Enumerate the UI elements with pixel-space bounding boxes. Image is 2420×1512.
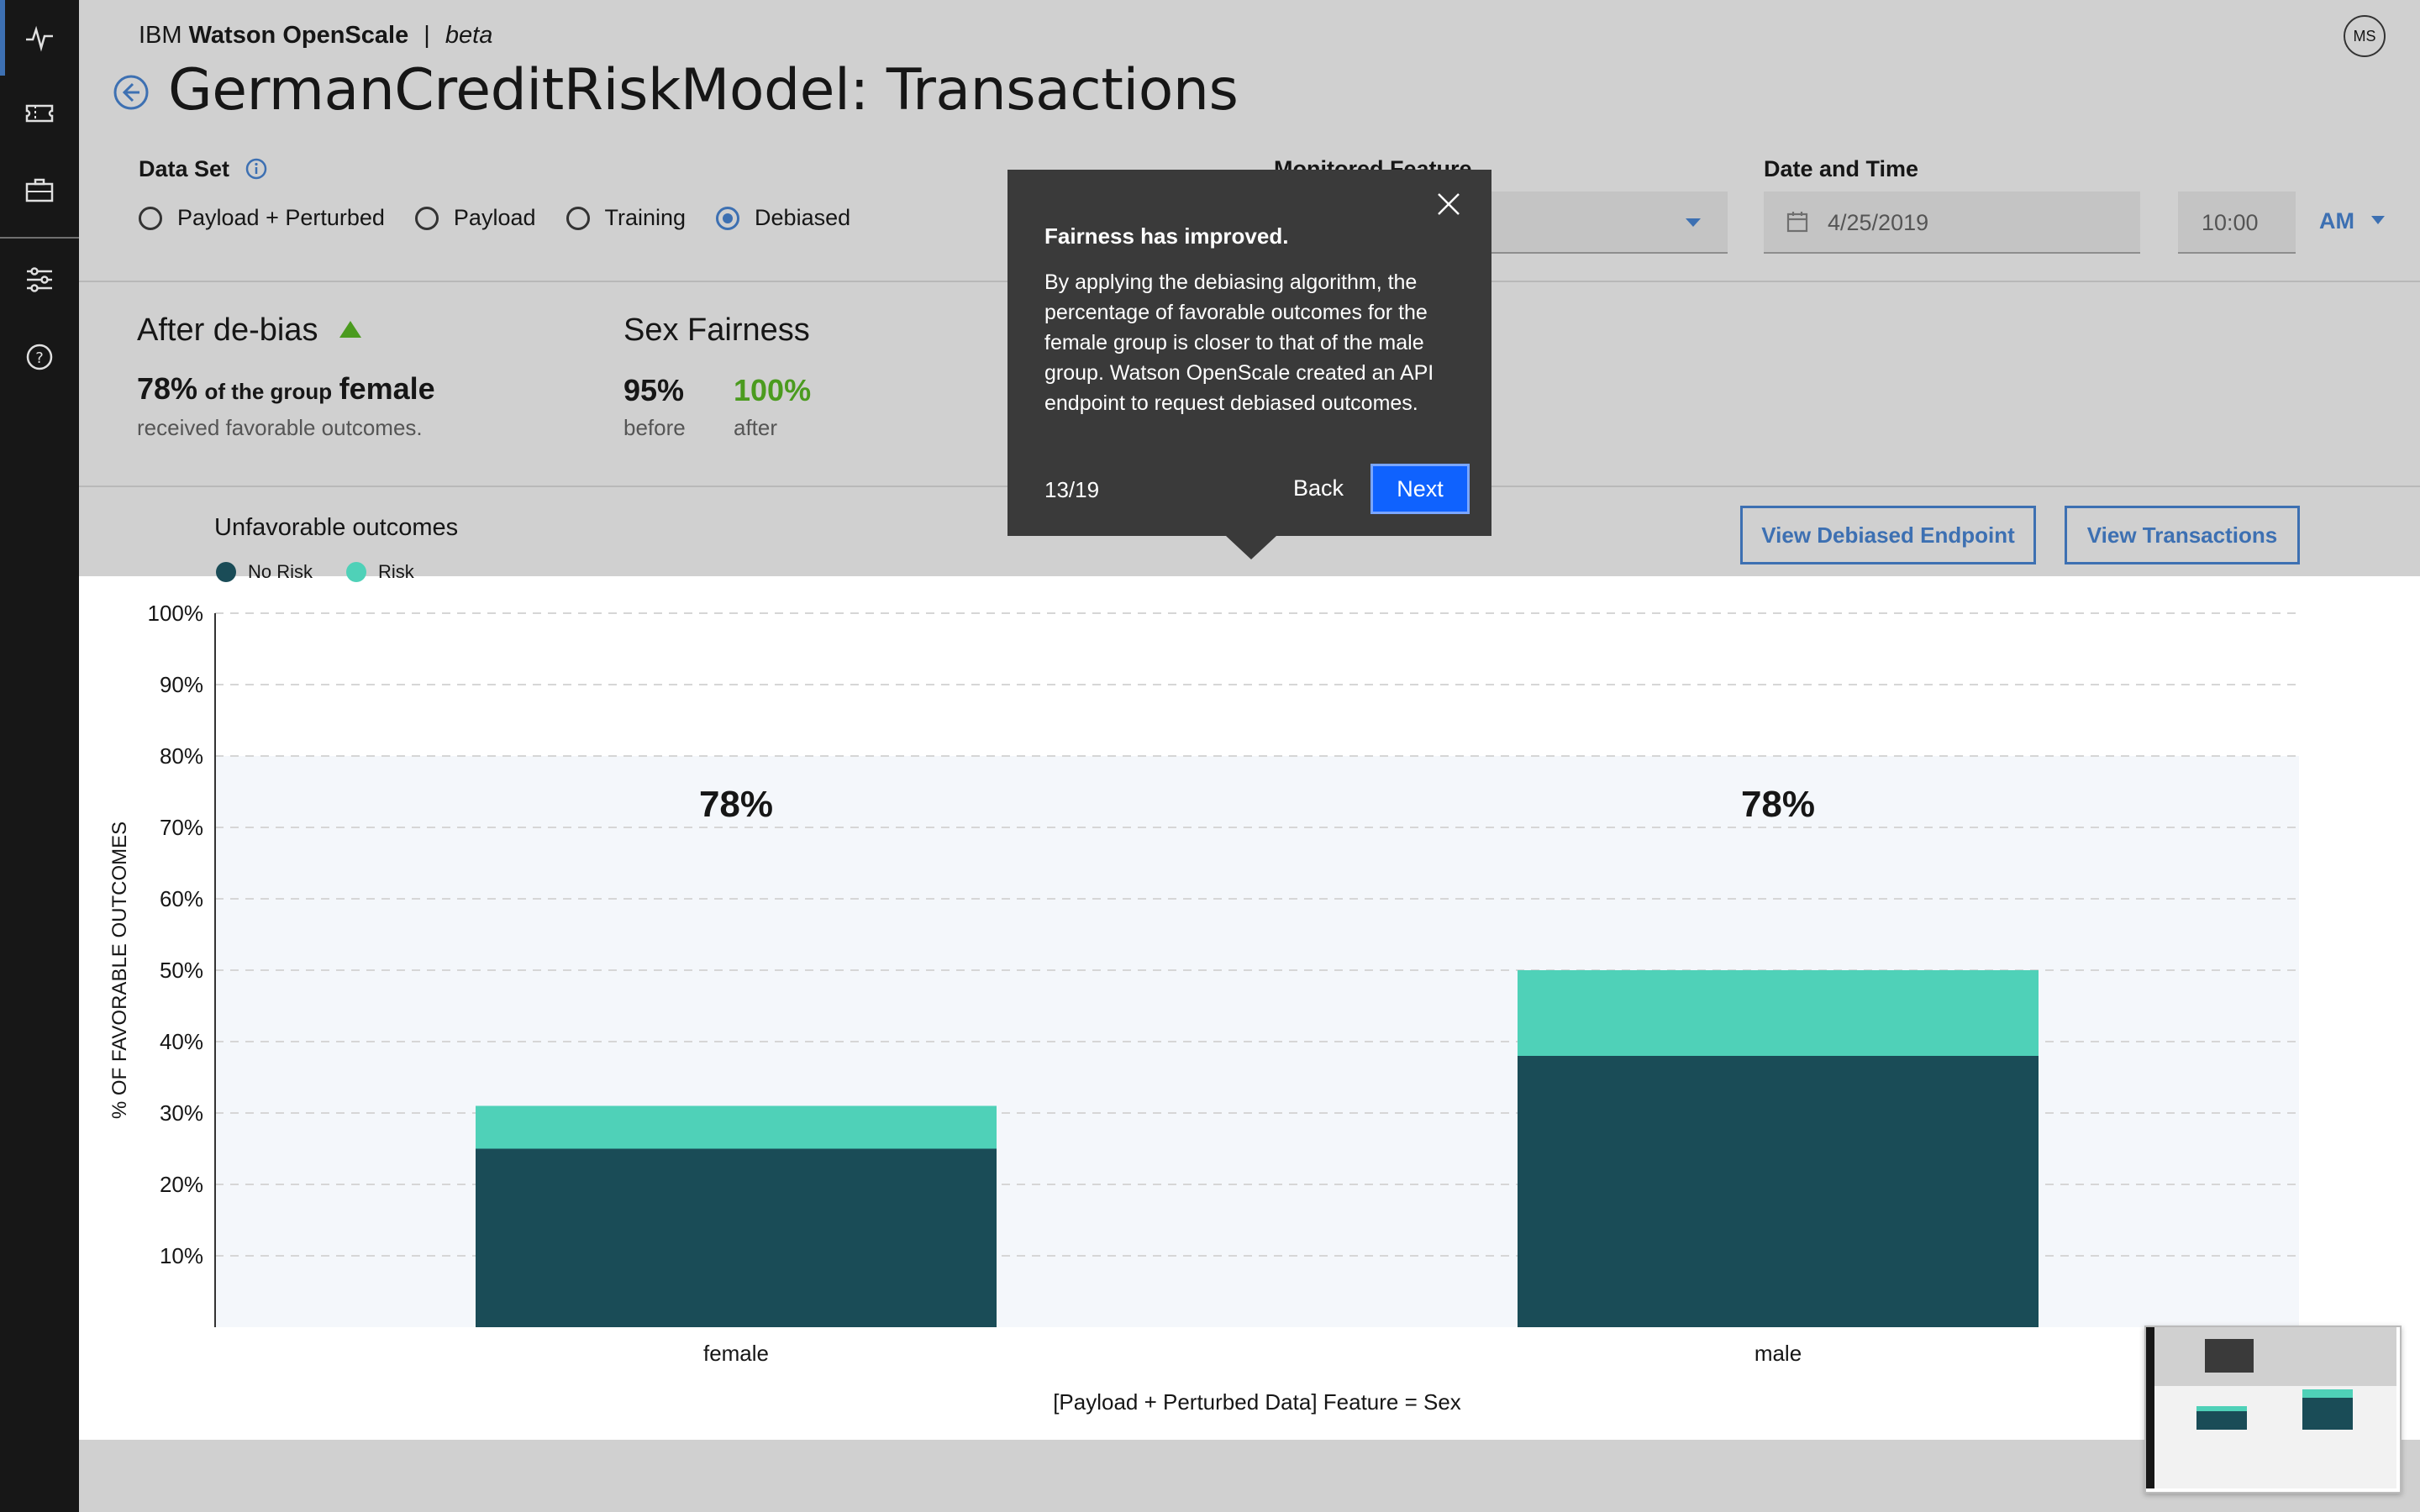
radio-circle-checked[interactable] (716, 206, 740, 230)
chevron-down-icon (1686, 218, 1701, 227)
fairness-before-label: before (623, 415, 686, 440)
radio-circle[interactable] (139, 206, 162, 230)
activity-icon[interactable] (0, 0, 79, 76)
radio-circle[interactable] (566, 206, 590, 230)
fairness-heading: Sex Fairness (623, 312, 810, 348)
time-input[interactable]: 10:00 (2178, 192, 2296, 254)
tour-step-counter: 13/19 (1044, 477, 1100, 502)
fairness-after-value: 100% (734, 373, 812, 407)
dataset-label: Data Set (139, 156, 268, 182)
brand-prefix: IBM (139, 22, 189, 49)
received-text: received favorable outcomes. (137, 415, 423, 440)
radio-payload[interactable]: Payload (414, 205, 536, 231)
time-value: 10:00 (2202, 210, 2259, 235)
fairness-after-label: after (734, 415, 778, 440)
after-debias-text: After de-bias (137, 312, 318, 348)
briefcase-icon[interactable] (0, 153, 79, 228)
info-icon[interactable] (245, 157, 268, 181)
legend-title: Unfavorable outcomes (214, 514, 459, 541)
after-debias-heading: After de-bias (137, 312, 362, 349)
radio-training[interactable]: Training (566, 205, 687, 231)
radio-label: Debiased (755, 205, 851, 230)
favorable-pct: 78% (137, 371, 198, 406)
ampm-value: AM (2319, 208, 2354, 234)
radio-circle[interactable] (414, 206, 439, 230)
chart-card (79, 576, 2420, 1440)
nav-divider (0, 237, 79, 239)
legend-risk: Risk (346, 561, 414, 583)
tooltip-title: Fairness has improved. (1044, 223, 1289, 249)
ticket-icon[interactable] (0, 76, 79, 151)
dataset-radio-group: Payload + Perturbed Payload Training Deb… (139, 205, 881, 231)
view-transactions-button[interactable]: View Transactions (2065, 506, 2300, 564)
radio-debiased[interactable]: Debiased (716, 205, 850, 231)
tour-back-button[interactable]: Back (1293, 475, 1344, 501)
group-name: female (339, 371, 435, 406)
radio-label: Training (604, 205, 687, 230)
help-icon[interactable]: ? (0, 319, 79, 395)
settings-sliders-icon[interactable] (0, 242, 79, 318)
legend-label: No Risk (248, 561, 313, 582)
svg-text:?: ? (35, 349, 44, 367)
page-minimap[interactable] (2144, 1326, 2402, 1494)
legend-label: Risk (378, 561, 414, 582)
calendar-icon (1786, 212, 1808, 233)
back-arrow-icon[interactable] (113, 74, 150, 111)
side-nav: ? (0, 0, 79, 1512)
tour-tooltip: Fairness has improved. By applying the d… (1007, 170, 1491, 559)
date-time-label: Date and Time (1764, 156, 1919, 181)
page-title: GermanCreditRiskModel: Transactions (168, 57, 1239, 123)
beta-tag: beta (445, 22, 493, 49)
ampm-select[interactable]: AM (2319, 208, 2386, 234)
fairness-before-value: 95% (623, 373, 685, 407)
triangle-up-icon (339, 321, 362, 338)
chart-legend: No Risk Risk (216, 561, 448, 583)
radio-label: Payload + Perturbed (177, 205, 385, 230)
of-group-text: of the group (204, 379, 333, 404)
view-debiased-endpoint-button[interactable]: View Debiased Endpoint (1740, 506, 2036, 564)
legend-no-risk: No Risk (216, 561, 313, 583)
radio-payload-perturbed[interactable]: Payload + Perturbed (139, 205, 385, 231)
user-avatar[interactable]: MS (2344, 15, 2386, 57)
brand-name: Watson OpenScale (188, 22, 409, 49)
app-brand: IBM Watson OpenScale | beta (139, 22, 492, 50)
brand-separator: | (424, 22, 430, 49)
chevron-down-icon (2370, 216, 2385, 224)
legend-dot (346, 562, 367, 582)
tooltip-body: By applying the debiasing algorithm, the… (1044, 270, 1434, 415)
legend-dot (216, 562, 236, 582)
date-value: 4/25/2019 (1828, 210, 1929, 235)
radio-label: Payload (453, 205, 536, 230)
tour-next-button[interactable]: Next (1370, 464, 1470, 514)
close-icon[interactable] (1436, 192, 1461, 217)
favorable-summary: 78% of the group female (137, 371, 435, 407)
date-input[interactable]: 4/25/2019 (1764, 192, 2140, 254)
dataset-label-text: Data Set (139, 156, 230, 181)
